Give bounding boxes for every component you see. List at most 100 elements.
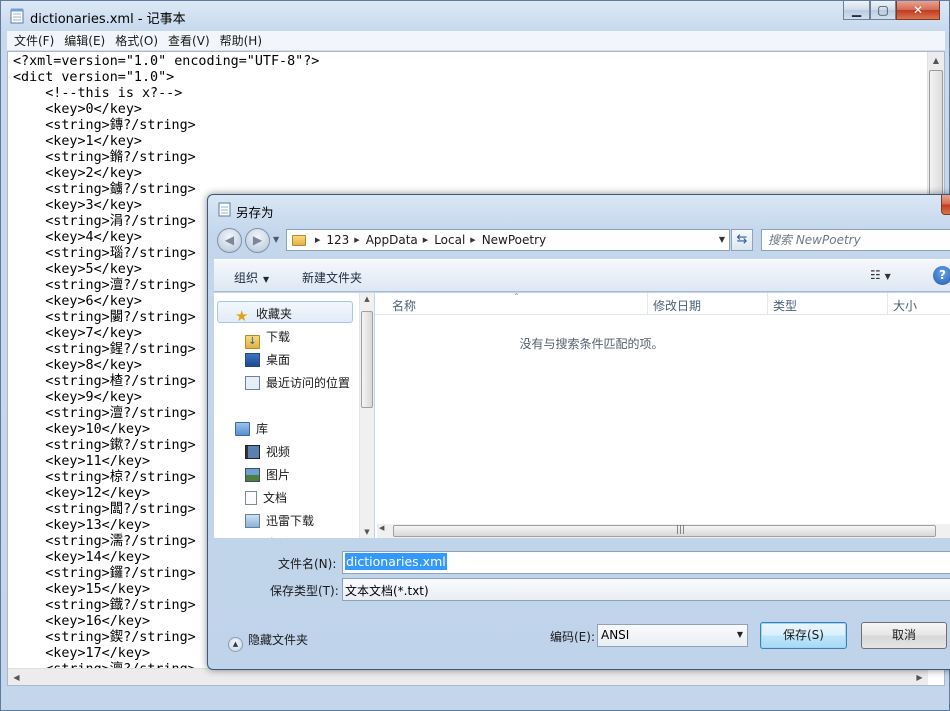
title-bar[interactable]: dictionaries.xml - 记事本 ▁ ▢ ✕: [1, 1, 949, 31]
filename-input[interactable]: dictionaries.xml: [342, 551, 950, 574]
chevron-down-icon: ▼: [736, 630, 743, 639]
hide-folders-label: 隐藏文件夹: [248, 633, 309, 647]
breadcrumb-123[interactable]: 123: [326, 233, 349, 247]
breadcrumb-appdata[interactable]: AppData: [366, 233, 418, 247]
organize-label: 组织: [234, 271, 259, 285]
chevron-up-icon: ▲: [228, 637, 243, 652]
refresh-button[interactable]: ⇆: [731, 229, 753, 251]
chevron-down-icon[interactable]: ▼: [719, 235, 725, 244]
maximize-icon: ▢: [877, 3, 889, 17]
breadcrumb-newpoetry[interactable]: NewPoetry: [482, 233, 546, 247]
new-folder-button[interactable]: 新建文件夹: [302, 269, 362, 286]
filetype-select[interactable]: 文本文档(*.txt): [342, 578, 950, 601]
menu-format[interactable]: 格式(O): [110, 32, 163, 49]
window-title: dictionaries.xml - 记事本: [30, 12, 186, 27]
save-button[interactable]: 保存(S): [760, 622, 847, 649]
maximize-button[interactable]: ▢: [870, 1, 896, 20]
chevron-down-icon: ▼: [263, 275, 270, 284]
file-list-hscrollbar[interactable]: ◀ |||: [377, 524, 950, 538]
column-divider[interactable]: [767, 293, 768, 315]
nav-recent-label: 最近访问的位置: [266, 376, 351, 390]
nav-favorites-label: 收藏夹: [256, 307, 293, 321]
editor-line: <!--this is x?-->: [13, 86, 183, 101]
chevron-right-icon[interactable]: ▶: [423, 236, 428, 244]
nav-documents-label: 文档: [263, 491, 288, 505]
chevron-right-icon[interactable]: ▶: [354, 236, 359, 244]
chevron-right-icon[interactable]: ▶: [470, 236, 475, 244]
column-divider[interactable]: [647, 293, 648, 315]
menu-view[interactable]: 查看(V): [163, 32, 215, 49]
breadcrumb-local[interactable]: Local: [434, 233, 465, 247]
column-type[interactable]: 类型: [773, 297, 797, 314]
navigation-pane: ★ 收藏夹 ↓ 下载 桌面 最近访问的位置 库 视频 图片 文档 迅雷下载 ♪音乐: [214, 293, 374, 538]
scroll-up-icon[interactable]: ▲: [928, 52, 944, 69]
menu-help[interactable]: 帮助(H): [215, 32, 267, 49]
nav-scroll-thumb[interactable]: [361, 311, 373, 408]
column-divider[interactable]: [887, 293, 888, 315]
nav-favorites[interactable]: ★ 收藏夹: [235, 305, 293, 325]
close-button[interactable]: ✕: [896, 1, 940, 20]
dialog-close-button[interactable]: ✕: [941, 195, 950, 215]
search-input[interactable]: 搜索 NewPoetry ⚲: [761, 229, 950, 251]
menu-edit[interactable]: 编辑(E): [59, 32, 110, 49]
encoding-select[interactable]: ANSI ▼: [597, 624, 748, 647]
search-placeholder: 搜索 NewPoetry: [768, 233, 861, 247]
nav-documents[interactable]: 文档: [245, 489, 287, 506]
file-list[interactable]: ⌃ 名称 修改日期 类型 大小 没有与搜索条件匹配的项。 ◀ |||: [375, 292, 950, 538]
recent-locations-dropdown[interactable]: ▼: [273, 235, 279, 244]
horizontal-scrollbar[interactable]: ◀ ▶: [8, 668, 928, 685]
download-folder-icon: ↓: [245, 335, 260, 349]
help-button[interactable]: ?: [933, 266, 950, 285]
hscroll-thumb[interactable]: |||: [393, 525, 936, 537]
scroll-up-icon[interactable]: ▲: [360, 295, 374, 303]
nav-thunder-downloads-label: 迅雷下载: [266, 514, 315, 528]
star-icon: ★: [235, 307, 249, 325]
refresh-icon: ⇆: [736, 232, 748, 247]
forward-button[interactable]: ▶: [245, 228, 270, 253]
nav-videos[interactable]: 视频: [245, 443, 290, 460]
view-options-button[interactable]: ☷ ▼: [870, 268, 891, 282]
scroll-left-icon[interactable]: ◀: [8, 669, 25, 685]
editor-line: <string>鏄?/string>: [13, 118, 196, 133]
nav-pictures[interactable]: 图片: [245, 466, 290, 483]
nav-pictures-label: 图片: [266, 468, 291, 482]
address-bar[interactable]: ▶ 123 ▶ AppData ▶ Local ▶ NewPoetry ▼: [286, 229, 730, 251]
scroll-right-icon[interactable]: ▶: [911, 669, 928, 685]
chevron-right-icon[interactable]: ▶: [315, 236, 320, 244]
nav-music[interactable]: ♪音乐: [245, 535, 290, 538]
editor-line: <key>1</key>: [13, 134, 142, 149]
scroll-down-icon[interactable]: ▼: [360, 528, 374, 536]
document-icon: [245, 491, 257, 505]
encoding-label: 编码(E):: [550, 630, 595, 644]
column-name[interactable]: 名称: [392, 297, 416, 314]
cancel-button[interactable]: 取消: [861, 622, 947, 649]
encoding-value: ANSI: [601, 628, 630, 642]
organize-button[interactable]: 组织 ▼: [234, 269, 269, 286]
menu-file[interactable]: 文件(F): [9, 32, 59, 49]
nav-downloads[interactable]: ↓ 下载: [245, 328, 290, 349]
filetype-value: 文本文档(*.txt): [345, 584, 429, 598]
back-button[interactable]: ◀: [217, 228, 242, 253]
nav-scrollbar[interactable]: ▲ ▼: [359, 293, 374, 538]
nav-videos-label: 视频: [266, 445, 291, 459]
editor-line: <string>鏅?/string>: [13, 150, 196, 165]
menu-bar: 文件(F) 编辑(E) 格式(O) 查看(V) 帮助(H): [7, 31, 945, 51]
scroll-left-icon[interactable]: ◀: [379, 524, 384, 532]
close-icon: ✕: [912, 3, 924, 17]
library-icon: [235, 422, 250, 436]
notepad-icon: [10, 8, 24, 24]
video-icon: [245, 445, 260, 459]
sort-up-icon: ⌃: [513, 292, 520, 301]
column-date-modified[interactable]: 修改日期: [653, 297, 701, 314]
nav-music-label: 音乐: [266, 537, 290, 538]
notepad-icon: [218, 202, 231, 217]
column-size[interactable]: 大小: [893, 297, 917, 314]
nav-desktop[interactable]: 桌面: [245, 351, 290, 368]
nav-thunder-downloads[interactable]: 迅雷下载: [245, 512, 314, 529]
recent-places-icon: [245, 376, 260, 390]
nav-recent[interactable]: 最近访问的位置: [245, 374, 350, 391]
minimize-button[interactable]: ▁: [843, 1, 870, 20]
command-toolbar: 组织 ▼ 新建文件夹 ☷ ▼ ?: [214, 259, 950, 292]
nav-libraries[interactable]: 库: [235, 420, 268, 437]
hide-folders-toggle[interactable]: ▲ 隐藏文件夹: [228, 631, 308, 652]
